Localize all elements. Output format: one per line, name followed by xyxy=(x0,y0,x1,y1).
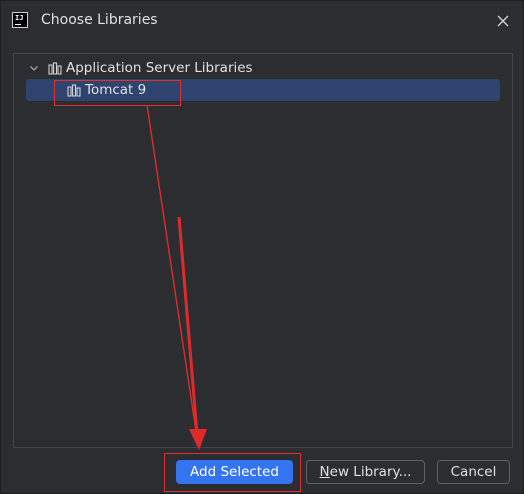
new-library-button[interactable]: New Library... xyxy=(306,460,425,484)
mnemonic-letter: N xyxy=(319,464,330,480)
add-selected-label: Add Selected xyxy=(190,464,279,480)
tree-node-tomcat-9[interactable]: Tomcat 9 xyxy=(26,79,500,101)
logo-text: IJ xyxy=(15,14,24,22)
add-selected-button[interactable]: Add Selected xyxy=(176,460,293,484)
tree-node-label: Tomcat 9 xyxy=(85,82,147,98)
cancel-button[interactable]: Cancel xyxy=(437,460,510,484)
library-icon xyxy=(48,61,62,75)
dialog-title: Choose Libraries xyxy=(41,12,158,28)
library-tree[interactable]: Application Server Libraries Tomcat 9 xyxy=(13,53,513,448)
intellij-logo-icon: IJ xyxy=(12,12,28,28)
cancel-label: Cancel xyxy=(450,464,497,480)
title-bar: IJ Choose Libraries xyxy=(1,1,523,41)
chevron-down-icon[interactable] xyxy=(28,62,40,74)
close-button[interactable] xyxy=(493,11,513,31)
tree-node-label: Application Server Libraries xyxy=(66,60,253,76)
new-library-label: ew Library... xyxy=(329,464,412,480)
library-icon xyxy=(67,83,81,97)
close-icon xyxy=(497,15,509,27)
choose-libraries-dialog: IJ Choose Libraries Application Server L… xyxy=(0,0,524,494)
tree-node-application-server-libraries[interactable]: Application Server Libraries xyxy=(14,57,512,79)
